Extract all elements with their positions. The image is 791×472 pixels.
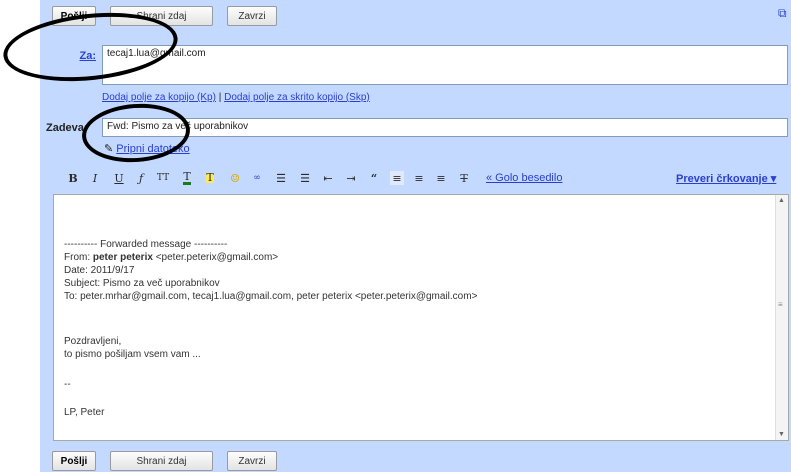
popout-icon[interactable]: ⧉ xyxy=(778,6,790,20)
subject-field-value: Fwd: Pismo za več uporabnikov xyxy=(107,121,249,132)
body-line: LP, Peter xyxy=(64,407,105,418)
font-size-icon[interactable]: TT xyxy=(156,171,170,185)
scroll-down-icon[interactable]: ▼ xyxy=(778,431,785,438)
send-button-bottom[interactable]: Pošlji xyxy=(52,451,96,471)
from-name: peter peterix xyxy=(92,252,153,263)
outdent-icon[interactable]: ⇤ xyxy=(321,171,335,185)
align-right-icon[interactable]: ≡ xyxy=(434,171,448,185)
to-field-value: tecaj1.lua@gmail.com xyxy=(107,48,206,59)
add-fields-separator: | xyxy=(218,92,222,103)
save-now-button-top[interactable]: Shrani zdaj xyxy=(110,6,213,26)
align-center-icon[interactable]: ≡ xyxy=(412,171,426,185)
scroll-up-icon[interactable]: ▲ xyxy=(778,197,785,204)
body-line: -- xyxy=(64,379,71,390)
italic-icon[interactable]: I xyxy=(88,171,102,185)
bulleted-list-icon[interactable]: ☰ xyxy=(298,171,312,185)
add-bcc-link[interactable]: Dodaj polje za skrito kopijo (Skp) xyxy=(224,92,370,103)
scroll-grip-icon[interactable]: ≡ xyxy=(778,300,783,309)
spellcheck-link[interactable]: Preveri črkovanje ▾ xyxy=(676,172,776,185)
body-line: to pismo pošiljam vsem vam ... xyxy=(64,349,201,360)
highlight-color-icon[interactable]: T xyxy=(203,171,217,185)
numbered-list-icon[interactable]: ☰ xyxy=(274,171,288,185)
font-icon[interactable]: ƒ xyxy=(134,171,148,185)
editor-scrollbar[interactable]: ▲ ≡ ▼ xyxy=(775,195,788,440)
body-line: To: peter.mrhar@gmail.com, tecaj1.lua@gm… xyxy=(64,291,478,302)
body-line: Pozdravljeni, xyxy=(64,336,122,347)
subject-field[interactable]: Fwd: Pismo za več uporabnikov xyxy=(102,118,788,137)
body-line: Date: 2011/9/17 xyxy=(64,265,135,276)
emoticon-icon[interactable]: ☺ xyxy=(228,171,242,185)
add-cc-link[interactable]: Dodaj polje za kopijo (Kp) xyxy=(102,92,216,103)
body-line: Subject: Pismo za več uporabnikov xyxy=(64,278,220,289)
plain-text-link[interactable]: « Golo besedilo xyxy=(486,172,562,184)
from-email: <peter.peterix@gmail.com> xyxy=(152,252,279,263)
bold-icon[interactable]: B xyxy=(66,171,80,185)
discard-button-bottom[interactable]: Zavrzi xyxy=(227,451,277,471)
remove-formatting-icon[interactable]: T xyxy=(457,171,471,185)
link-icon[interactable]: ∞ xyxy=(250,171,264,185)
add-fields-row: Dodaj polje za kopijo (Kp) | Dodaj polje… xyxy=(102,92,370,103)
body-line: ---------- Forwarded message ---------- xyxy=(64,239,228,250)
indent-icon[interactable]: ⇥ xyxy=(344,171,358,185)
send-button-top[interactable]: Pošlji xyxy=(52,6,96,26)
underline-icon[interactable]: U xyxy=(112,171,126,185)
align-left-icon[interactable]: ≡ xyxy=(390,171,404,185)
discard-button-top[interactable]: Zavrzi xyxy=(227,6,277,26)
save-now-button-bottom[interactable]: Shrani zdaj xyxy=(110,451,213,471)
text-color-icon[interactable]: T xyxy=(180,171,194,185)
to-label-link[interactable]: Za: xyxy=(60,50,97,62)
subject-label: Zadeva: xyxy=(46,122,88,134)
attach-row: ✎ Pripni datoteko xyxy=(104,142,190,155)
quote-icon[interactable]: “ xyxy=(367,171,381,185)
attach-file-link[interactable]: Pripni datoteko xyxy=(116,143,189,155)
message-body-editor[interactable]: ---------- Forwarded message ---------- … xyxy=(53,194,789,441)
paperclip-icon: ✎ xyxy=(104,143,114,155)
to-field[interactable]: tecaj1.lua@gmail.com xyxy=(102,45,788,85)
body-line-from: From: peter peterix <peter.peterix@gmail… xyxy=(64,252,279,263)
